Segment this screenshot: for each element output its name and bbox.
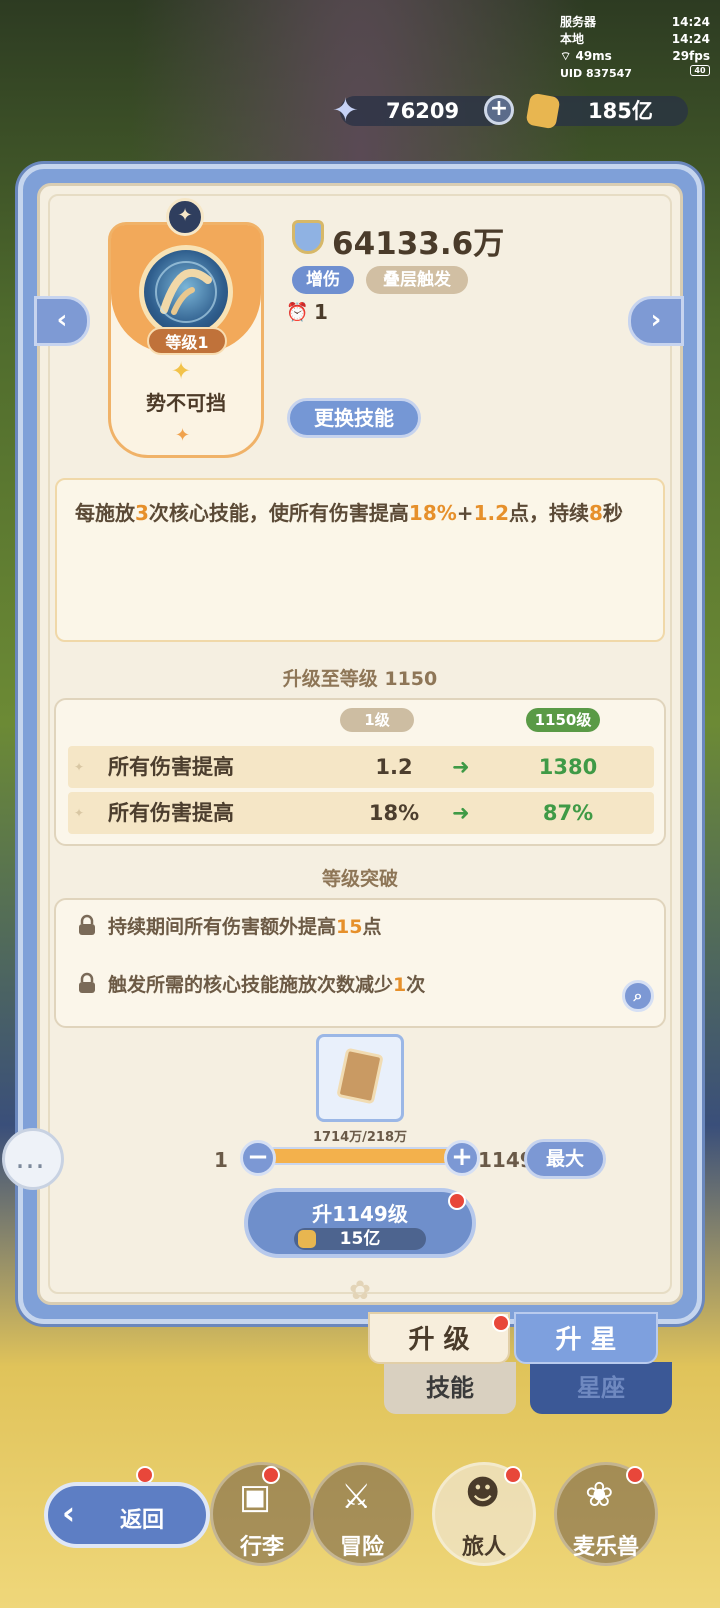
notification-dot [492,1314,510,1332]
wifi-icon: ⌔ [560,49,572,63]
panel-ornament-icon: ✿ [349,1276,371,1306]
cooldown-value: 1 [314,300,328,324]
stat-target: 87% [542,801,594,825]
arrow-right-icon: ➜ [452,755,470,779]
notification-dot [504,1466,522,1484]
item-count: 1714万/218万 [312,1130,408,1145]
breakthrough-title: 等级突破 [321,868,398,890]
skill-book-icon [336,1047,384,1105]
traveler-avatar-icon: ☻ [465,1473,501,1513]
chat-bubble-icon: … [15,1141,45,1176]
current-level-pill: 1级 [340,708,414,732]
change-skill-button[interactable]: 更换技能 [287,398,421,438]
upgrade-button-label: 升1149级 [312,1202,408,1226]
local-label: 本地 [560,32,585,46]
skill-card: 等级1 ✦ 势不可挡 ✦ [108,222,264,458]
pet-icon: ❀ [585,1475,614,1515]
battery-icon: 40 [690,65,710,76]
uid: UID 837547 [560,67,632,80]
combat-power: 64133.6万 [332,226,505,262]
back-button[interactable]: ‹ 返回 [44,1482,210,1548]
upgrade-title: 升级至等级 1150 [282,668,438,690]
notification-dot [626,1466,644,1484]
skill-level-badge: 等级1 [147,327,227,355]
stat-label: 所有伤害提高 [108,755,234,779]
level-slider[interactable] [270,1147,466,1165]
claw-hand-icon [155,261,217,323]
breakthrough-item: 持续期间所有伤害额外提高15点 [78,912,381,939]
tag-damage-boost: 增伤 [292,266,354,294]
card-ornament-icon: ✦ [175,425,191,446]
status-hud: 服务器 14:24 本地 14:24 ⌔ 49ms 29fps UID 837547 4… [560,14,710,82]
gold-currency: 185亿 [525,92,688,130]
lock-icon [79,972,95,993]
skill-book-item[interactable] [316,1034,404,1122]
row-bullet-icon: ✦ [74,806,85,820]
gold-coin-icon [525,92,561,130]
ping: ⌔ 49ms [560,48,612,65]
stat-target: 1380 [538,755,598,779]
back-label: 返回 [120,1508,165,1533]
star-currency: ✦ 76209 [332,93,504,127]
tab-skill[interactable]: 技能 [384,1362,516,1414]
stat-current: 18% [368,801,420,825]
sparkle-icon: ✦ [171,357,192,385]
server-label: 服务器 [560,15,597,29]
crossed-swords-icon: ⚔ [341,1477,372,1517]
min-level-value: 1 [214,1148,228,1172]
skill-portrait-icon [139,245,233,339]
next-skill-button[interactable]: › [628,296,684,346]
alarm-clock-icon: ⏰ [286,302,309,323]
server-time: 14:24 [671,15,710,29]
chat-button[interactable]: … [2,1128,64,1190]
tab-star-up[interactable]: 升 星 [514,1312,658,1364]
prev-skill-button[interactable]: ‹ [34,296,90,346]
tab-upgrade[interactable]: 升 级 [368,1312,510,1364]
tag-stack-trigger: 叠层触发 [366,266,468,294]
breakthrough-item: 触发所需的核心技能施放次数减少1次 [78,970,425,997]
add-stars-button[interactable]: + [484,95,514,125]
notification-dot [262,1466,280,1484]
decrease-button[interactable]: − [240,1140,276,1176]
gold-currency-value: 185亿 [588,99,653,123]
tab-constellation[interactable]: 星座 [530,1362,672,1414]
upgrade-button[interactable]: 升1149级 15亿 [244,1188,476,1258]
skill-type-icon: ✦ [166,198,204,236]
local-time: 14:24 [671,32,710,46]
stat-current: 1.2 [375,755,413,779]
notification-dot [448,1192,466,1210]
star-currency-value: 76209 [386,99,460,123]
increase-button[interactable]: + [444,1140,480,1176]
stat-label: 所有伤害提高 [108,801,234,825]
ping-value: 49ms [575,49,612,63]
star-gem-icon: ✦ [332,91,359,129]
zoom-icon[interactable]: ⌕ [622,980,654,1012]
nav-adventure[interactable]: ⚔ 冒险 [310,1462,414,1566]
max-button[interactable]: 最大 [524,1139,606,1179]
lock-icon [79,914,95,935]
upgrade-stats-table: 1级 1150级 ✦ 所有伤害提高 1.2 ➜ 1380 ✦ 所有伤害提高 18… [54,698,666,846]
shield-sword-icon [292,220,324,254]
breakthrough-box: 持续期间所有伤害额外提高15点 触发所需的核心技能施放次数减少1次 ⌕ [54,898,666,1028]
row-bullet-icon: ✦ [74,760,85,774]
target-level-pill: 1150级 [526,708,600,732]
arrow-right-icon: ➜ [452,801,470,825]
skill-description: 每施放3次核心技能，使所有伤害提高18%+1.2点，持续8秒 [55,478,665,642]
gold-coin-icon [298,1230,316,1248]
stat-row: ✦ 所有伤害提高 18% ➜ 87% [68,792,654,834]
fps: 29fps [672,49,710,63]
back-arrow-icon: ‹ [62,1494,76,1532]
upgrade-cost: 15亿 [294,1228,426,1250]
stat-row: ✦ 所有伤害提高 1.2 ➜ 1380 [68,746,654,788]
skill-name: 势不可挡 [146,391,226,415]
